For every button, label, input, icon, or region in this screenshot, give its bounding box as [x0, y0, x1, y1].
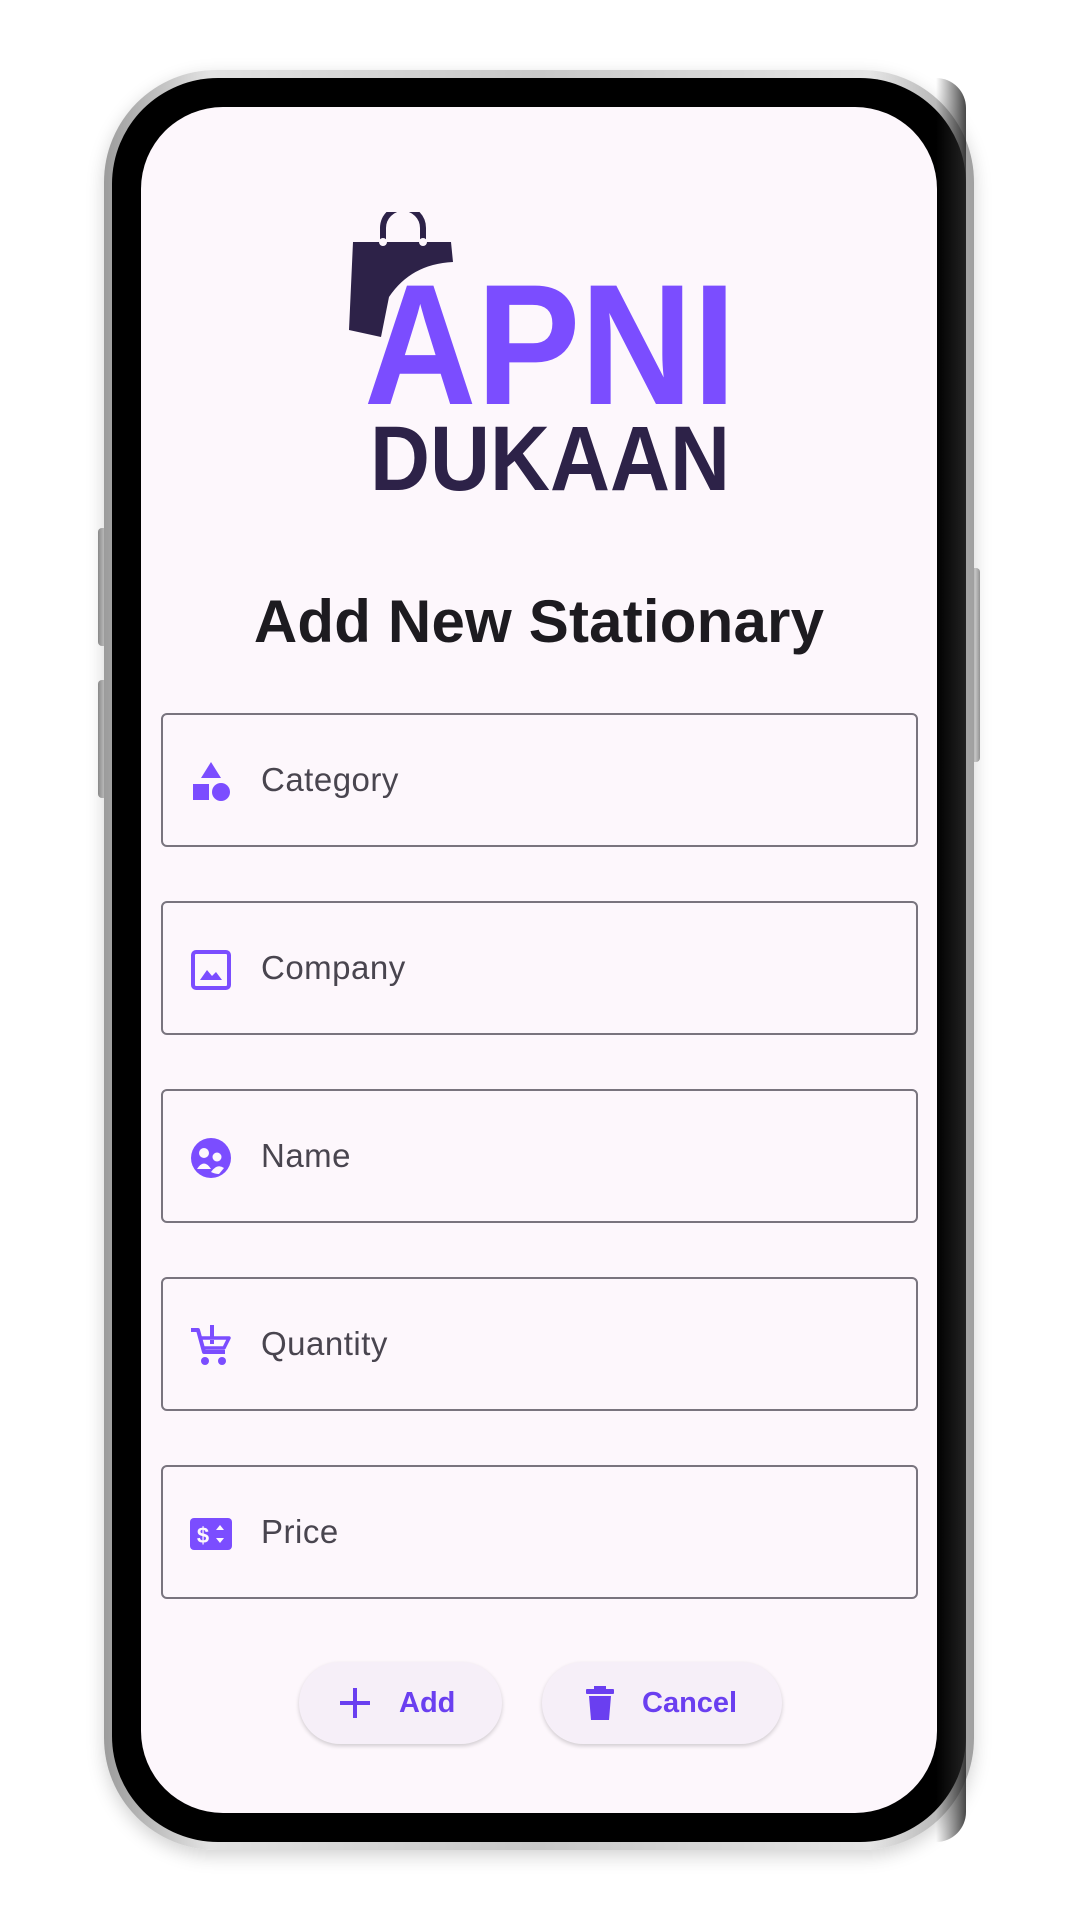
canvas: APNI DUKAAN Add New Stationary Category	[0, 0, 1080, 1920]
app-screen: APNI DUKAAN Add New Stationary Category	[141, 107, 937, 1813]
price-field[interactable]: $ Price	[161, 1465, 918, 1599]
company-label: Company	[261, 949, 406, 986]
logo-line-dukaan: DUKAAN	[370, 408, 730, 492]
price-tag-icon: $	[189, 1512, 233, 1556]
company-field[interactable]: Company	[161, 901, 918, 1035]
apni-dukaan-logo: APNI DUKAAN	[341, 212, 761, 492]
add-button[interactable]: Add	[299, 1662, 502, 1744]
trash-icon	[582, 1685, 618, 1721]
category-shapes-icon	[189, 760, 233, 804]
svg-text:$: $	[197, 1523, 209, 1548]
page-title: Add New Stationary	[253, 588, 825, 655]
name-field[interactable]: Name	[161, 1089, 918, 1223]
cart-alert-icon	[189, 1324, 233, 1368]
category-field[interactable]: Category	[161, 713, 918, 847]
add-button-label: Add	[399, 1687, 456, 1719]
plus-icon	[337, 1685, 373, 1721]
face-icon	[189, 1136, 233, 1180]
price-label: Price	[261, 1513, 339, 1550]
quantity-field[interactable]: Quantity	[161, 1277, 918, 1411]
cancel-button[interactable]: Cancel	[542, 1662, 782, 1744]
image-icon	[189, 948, 233, 992]
cancel-button-label: Cancel	[642, 1687, 738, 1719]
name-label: Name	[261, 1137, 352, 1174]
quantity-label: Quantity	[261, 1325, 388, 1362]
category-label: Category	[261, 761, 399, 798]
